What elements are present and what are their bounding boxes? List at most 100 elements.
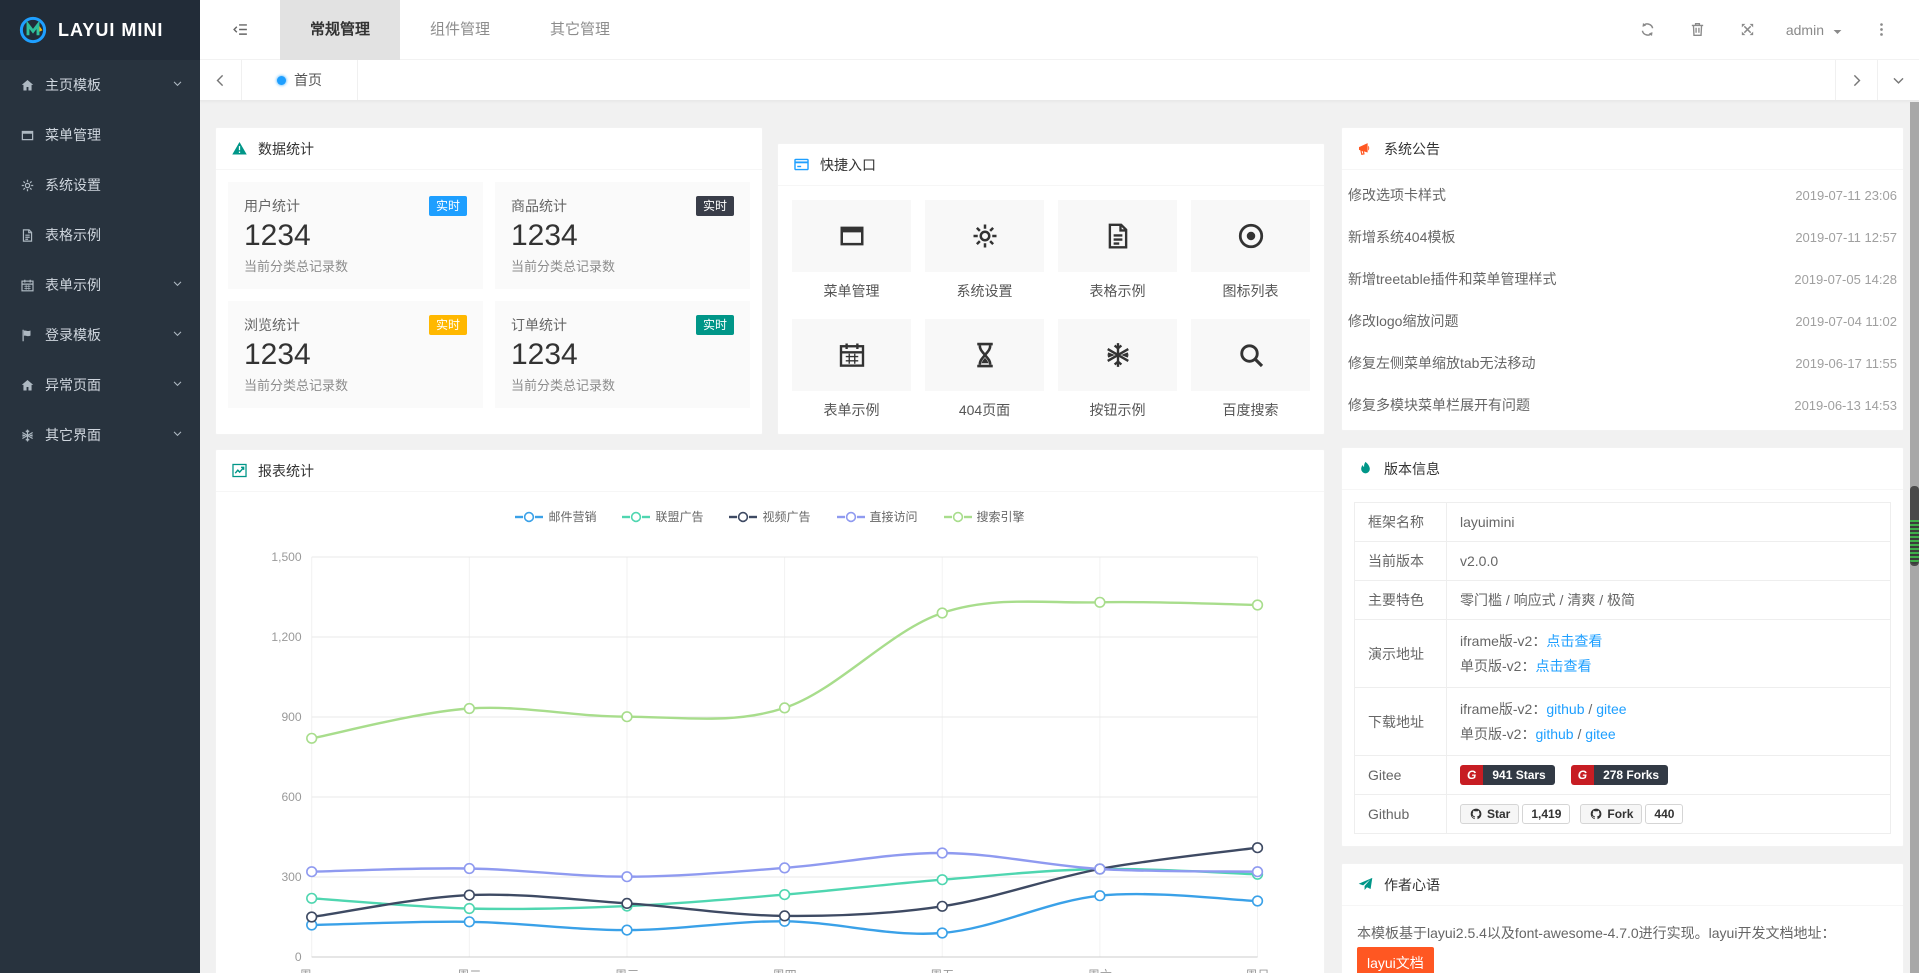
snowflake-icon (1103, 340, 1133, 370)
tab-scroll-right-button[interactable] (1835, 60, 1877, 100)
quick-entry-7[interactable]: 百度搜索 (1191, 319, 1310, 420)
notice-item-2[interactable]: 新增treetable插件和菜单管理样式2019-07-05 14:28 (1346, 258, 1899, 300)
stat-label: 用户统计 (244, 196, 300, 216)
quick-entry-4[interactable]: 表单示例 (792, 319, 911, 420)
sidebar-item-label: 主页模板 (45, 75, 171, 95)
sidebar-item-label: 系统设置 (45, 175, 184, 195)
notice-item-0[interactable]: 修改选项卡样式2019-07-11 23:06 (1346, 174, 1899, 216)
file-icon (1103, 221, 1133, 251)
quick-entry-1[interactable]: 系统设置 (925, 200, 1044, 301)
sidebar-item-4[interactable]: 表单示例 (0, 260, 200, 310)
stat-badge: 实时 (429, 196, 467, 216)
stats-card-header: 数据统计 (216, 128, 762, 170)
legend-item-0[interactable]: 邮件营销 (515, 508, 596, 525)
home-icon (20, 78, 35, 93)
quick-entry-6[interactable]: 按钮示例 (1058, 319, 1177, 420)
quick-entry-label: 系统设置 (925, 281, 1044, 301)
quick-entry-icon-box (1058, 319, 1177, 391)
legend-item-1[interactable]: 联盟广告 (622, 508, 703, 525)
sidebar-item-2[interactable]: 系统设置 (0, 160, 200, 210)
stat-box-2[interactable]: 浏览统计实时1234当前分类总记录数 (228, 301, 483, 408)
sidebar-item-6[interactable]: 异常页面 (0, 360, 200, 410)
version-line-prefix: iframe版-v2： (1460, 701, 1546, 717)
home-icon (20, 378, 35, 393)
version-link[interactable]: github (1546, 701, 1584, 717)
sidebar-menu: 主页模板菜单管理系统设置表格示例表单示例登录模板异常页面其它界面 (0, 60, 200, 460)
quick-entry-5[interactable]: 404页面 (925, 319, 1044, 420)
legend-label: 直接访问 (870, 508, 918, 525)
menu-fold-button[interactable] (200, 0, 280, 60)
quick-entry-title: 快捷入口 (820, 155, 876, 175)
version-label: 框架名称 (1355, 503, 1447, 542)
tab-operations-button[interactable] (1877, 60, 1919, 100)
legend-item-4[interactable]: 搜索引擎 (944, 508, 1025, 525)
sidebar-item-7[interactable]: 其它界面 (0, 410, 200, 460)
stat-box-3[interactable]: 订单统计实时1234当前分类总记录数 (495, 301, 750, 408)
version-label: Github (1355, 795, 1447, 834)
report-chart[interactable]: 03006009001,2001,500周一周二周三周四周五周六周日 (216, 527, 1324, 973)
topbar-actions: admin (1628, 10, 1919, 50)
legend-item-3[interactable]: 直接访问 (837, 508, 918, 525)
sidebar-item-label: 异常页面 (45, 375, 171, 395)
tab-home[interactable]: 首页 (242, 60, 358, 100)
stat-box-0[interactable]: 用户统计实时1234当前分类总记录数 (228, 182, 483, 289)
notice-item-3[interactable]: 修改logo缩放问题2019-07-04 11:02 (1346, 300, 1899, 342)
fullscreen-button[interactable] (1728, 10, 1768, 50)
top-tab-2[interactable]: 其它管理 (520, 0, 640, 60)
svg-text:1,500: 1,500 (271, 550, 302, 564)
sidebar-item-3[interactable]: 表格示例 (0, 210, 200, 260)
sidebar-item-1[interactable]: 菜单管理 (0, 110, 200, 160)
calendar-icon (20, 278, 35, 293)
chevron-left-icon (212, 72, 229, 89)
notice-date: 2019-07-04 11:02 (1795, 314, 1897, 329)
user-dropdown[interactable]: admin (1778, 22, 1851, 38)
logo-icon (18, 15, 48, 45)
logo[interactable]: LAYUI MINI (0, 0, 200, 60)
top-tab-0[interactable]: 常规管理 (280, 0, 400, 60)
topbar: 常规管理组件管理其它管理 admin (200, 0, 1919, 60)
caret-down-icon (1829, 23, 1843, 37)
notice-item-4[interactable]: 修复左侧菜单缩放tab无法移动2019-06-17 11:55 (1346, 342, 1899, 384)
version-card-header: 版本信息 (1342, 448, 1903, 490)
notice-item-1[interactable]: 新增系统404模板2019-07-11 12:57 (1346, 216, 1899, 258)
notice-title: 修复左侧菜单缩放tab无法移动 (1348, 353, 1535, 373)
version-link[interactable]: gitee (1585, 726, 1615, 742)
quick-entry-2[interactable]: 表格示例 (1058, 200, 1177, 301)
chevron-down-icon (171, 327, 184, 340)
megaphone-icon (1357, 140, 1374, 157)
legend-label: 联盟广告 (655, 508, 703, 525)
more-menu-button[interactable] (1861, 10, 1901, 50)
version-line-prefix: 单页版-v2： (1460, 658, 1535, 674)
version-label: 演示地址 (1355, 620, 1447, 688)
quick-entry-label: 百度搜索 (1191, 400, 1310, 420)
clear-cache-button[interactable] (1678, 10, 1718, 50)
window-icon (837, 221, 867, 251)
svg-text:周四: 周四 (773, 968, 797, 973)
scrollbar-track[interactable] (1910, 102, 1919, 973)
version-link[interactable]: 点击查看 (1535, 658, 1591, 674)
quick-entry-0[interactable]: 菜单管理 (792, 200, 911, 301)
scrollbar-thumb[interactable] (1910, 486, 1919, 566)
tab-scroll-left-button[interactable] (200, 60, 242, 100)
version-link[interactable]: github (1535, 726, 1573, 742)
notice-item-5[interactable]: 修复多模块菜单栏展开有问题2019-06-13 14:53 (1346, 384, 1899, 426)
github-badge[interactable]: Fork440 (1580, 804, 1683, 824)
sidebar-item-5[interactable]: 登录模板 (0, 310, 200, 360)
version-row-1: 当前版本v2.0.0 (1355, 542, 1891, 581)
version-link[interactable]: gitee (1596, 701, 1626, 717)
gitee-badge[interactable]: G278 Forks (1571, 765, 1668, 785)
version-link[interactable]: 点击查看 (1546, 633, 1602, 649)
refresh-button[interactable] (1628, 10, 1668, 50)
sidebar-item-label: 其它界面 (45, 425, 171, 445)
sidebar-item-0[interactable]: 主页模板 (0, 60, 200, 110)
top-tab-1[interactable]: 组件管理 (400, 0, 520, 60)
legend-marker-icon (837, 511, 865, 523)
github-badge[interactable]: Star1,419 (1460, 804, 1570, 824)
version-card-body: 框架名称layuimini当前版本v2.0.0主要特色零门槛 / 响应式 / 清… (1342, 490, 1903, 846)
quick-entry-3[interactable]: 图标列表 (1191, 200, 1310, 301)
legend-item-2[interactable]: 视频广告 (729, 508, 810, 525)
gitee-badge[interactable]: G941 Stars (1460, 765, 1555, 785)
layui-doc-button[interactable]: layui文档 (1357, 947, 1434, 973)
stat-box-1[interactable]: 商品统计实时1234当前分类总记录数 (495, 182, 750, 289)
stat-value: 1234 (511, 335, 734, 375)
